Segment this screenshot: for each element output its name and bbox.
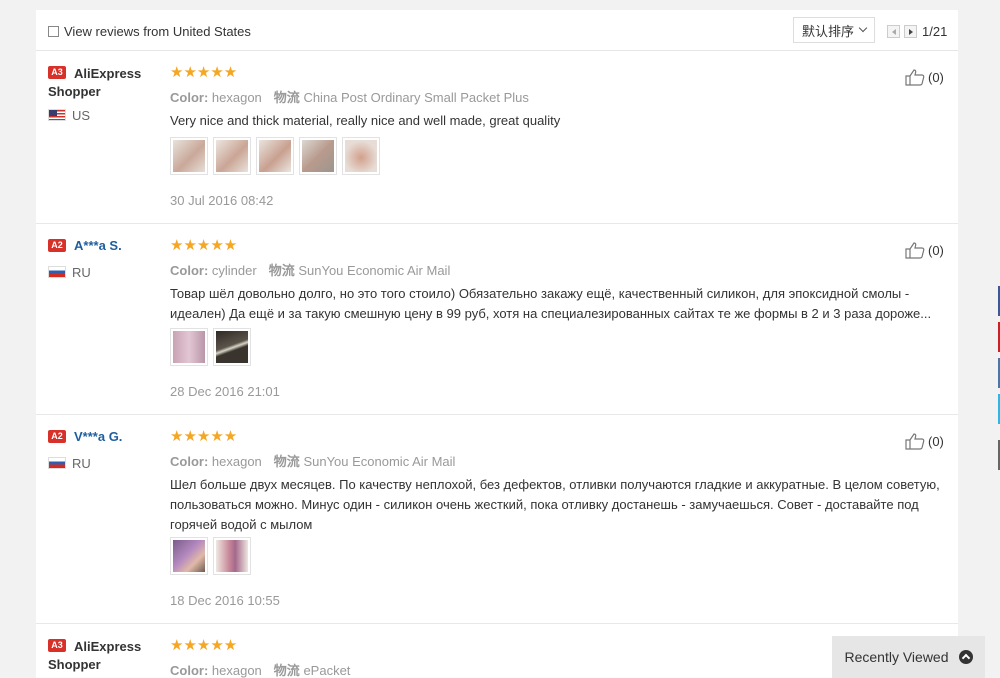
review-photo-thumbnail[interactable] xyxy=(213,537,251,575)
review-item: A2 V***a G. RU ★★★★★ Color: hexagon 物流 Su… xyxy=(36,415,958,624)
shipping-label: 物流 xyxy=(273,90,300,105)
next-page-button[interactable] xyxy=(904,25,917,38)
shipping-value: SunYou Economic Air Mail xyxy=(298,263,451,278)
review-photos xyxy=(170,137,380,175)
shipping-value: SunYou Economic Air Mail xyxy=(303,454,456,469)
reviewer-country: RU xyxy=(72,265,91,280)
thumbs-up-icon xyxy=(905,69,925,86)
review-photo-thumbnail[interactable] xyxy=(213,328,251,366)
order-info: Color: hexagon 物流 China Post Ordinary Sma… xyxy=(170,87,529,106)
review-photo-thumbnail[interactable] xyxy=(256,137,294,175)
prev-page-button[interactable] xyxy=(887,25,900,38)
review-text: Товар шёл довольно долго, но это того ст… xyxy=(170,286,932,321)
review-photo-thumbnail[interactable] xyxy=(170,537,208,575)
reviews-panel: View reviews from United States 默认排序 1/2… xyxy=(36,0,958,678)
chevron-up-circle-icon xyxy=(958,650,973,664)
reviewer-country: US xyxy=(72,108,91,123)
review-item: A3 AliExpress Shopper US ★★★★★ Color: he… xyxy=(36,51,958,224)
review-photo-thumbnail[interactable] xyxy=(342,137,380,175)
shipping-label: 物流 xyxy=(273,454,300,469)
ru-flag-icon xyxy=(48,266,66,278)
review-photos xyxy=(170,537,251,575)
shipping-label: 物流 xyxy=(268,263,295,278)
order-info: Color: hexagon 物流 ePacket xyxy=(170,660,350,678)
buyer-level-badge: A2 xyxy=(48,239,66,252)
thumbs-up-icon xyxy=(905,433,925,450)
us-flag-icon xyxy=(48,109,66,121)
review-date: 30 Jul 2016 08:42 xyxy=(170,193,274,208)
sort-dropdown[interactable]: 默认排序 xyxy=(793,17,875,43)
shipping-label: 物流 xyxy=(273,663,300,678)
star-rating: ★★★★★ xyxy=(170,64,238,81)
arrow-left-icon xyxy=(891,28,896,35)
thumbs-up-icon xyxy=(905,242,925,259)
reviewer-name: V***a G. xyxy=(74,429,123,444)
star-rating: ★★★★★ xyxy=(170,237,238,254)
color-label: Color: xyxy=(170,663,209,678)
reviews-toolbar: View reviews from United States 默认排序 1/2… xyxy=(36,10,958,51)
review-photo-thumbnail[interactable] xyxy=(170,328,208,366)
reviewer-name: AliExpress Shopper xyxy=(48,66,142,99)
top-strip xyxy=(36,0,958,10)
shipping-value: China Post Ordinary Small Packet Plus xyxy=(303,90,529,105)
ru-flag-icon xyxy=(48,457,66,469)
star-rating: ★★★★★ xyxy=(170,637,238,654)
reviewer-name: AliExpress Shopper xyxy=(48,639,142,672)
helpful-count: (0) xyxy=(928,433,944,449)
color-value: hexagon xyxy=(211,663,262,678)
recently-viewed-label: Recently Viewed xyxy=(844,649,949,665)
review-photos xyxy=(170,328,251,366)
color-value: hexagon xyxy=(211,90,262,105)
recently-viewed-button[interactable]: Recently Viewed xyxy=(832,636,985,678)
order-info: Color: hexagon 物流 SunYou Economic Air Mai… xyxy=(170,451,455,470)
review-item: A2 A***a S. RU ★★★★★ Color: cylinder 物流 S… xyxy=(36,224,958,415)
shipping-value: ePacket xyxy=(303,663,351,678)
chevron-down-icon xyxy=(858,23,868,33)
color-label: Color: xyxy=(170,263,209,278)
helpful-count: (0) xyxy=(928,242,944,258)
review-date: 28 Dec 2016 21:01 xyxy=(170,384,280,399)
country-filter-label: View reviews from United States xyxy=(64,24,251,39)
country-filter-checkbox[interactable] xyxy=(48,26,59,37)
order-info: Color: cylinder 物流 SunYou Economic Air Ma… xyxy=(170,260,450,279)
helpful-count: (0) xyxy=(928,69,944,85)
review-item: A3 AliExpress Shopper ★★★★★ Color: hexag… xyxy=(36,624,958,678)
page-indicator: 1/21 xyxy=(922,24,948,39)
buyer-level-badge: A2 xyxy=(48,430,66,443)
helpful-button[interactable]: (0) xyxy=(904,432,944,450)
reviewer-name: A***a S. xyxy=(74,238,122,253)
review-photo-thumbnail[interactable] xyxy=(213,137,251,175)
color-value: hexagon xyxy=(211,454,262,469)
review-photo-thumbnail[interactable] xyxy=(299,137,337,175)
helpful-button[interactable]: (0) xyxy=(904,241,944,259)
color-label: Color: xyxy=(170,454,209,469)
country-filter[interactable]: View reviews from United States xyxy=(48,24,251,39)
sort-label: 默认排序 xyxy=(801,23,854,39)
reviewer-country: RU xyxy=(72,456,91,471)
color-label: Color: xyxy=(170,90,209,105)
review-text: Very nice and thick material, really nic… xyxy=(170,113,561,128)
color-value: cylinder xyxy=(211,263,257,278)
star-rating: ★★★★★ xyxy=(170,428,238,445)
arrow-right-icon xyxy=(908,28,913,35)
review-text: Шел больше двух месяцев. По качеству неп… xyxy=(170,477,940,532)
review-photo-thumbnail[interactable] xyxy=(170,137,208,175)
review-date: 18 Dec 2016 10:55 xyxy=(170,593,280,608)
helpful-button[interactable]: (0) xyxy=(904,68,944,86)
